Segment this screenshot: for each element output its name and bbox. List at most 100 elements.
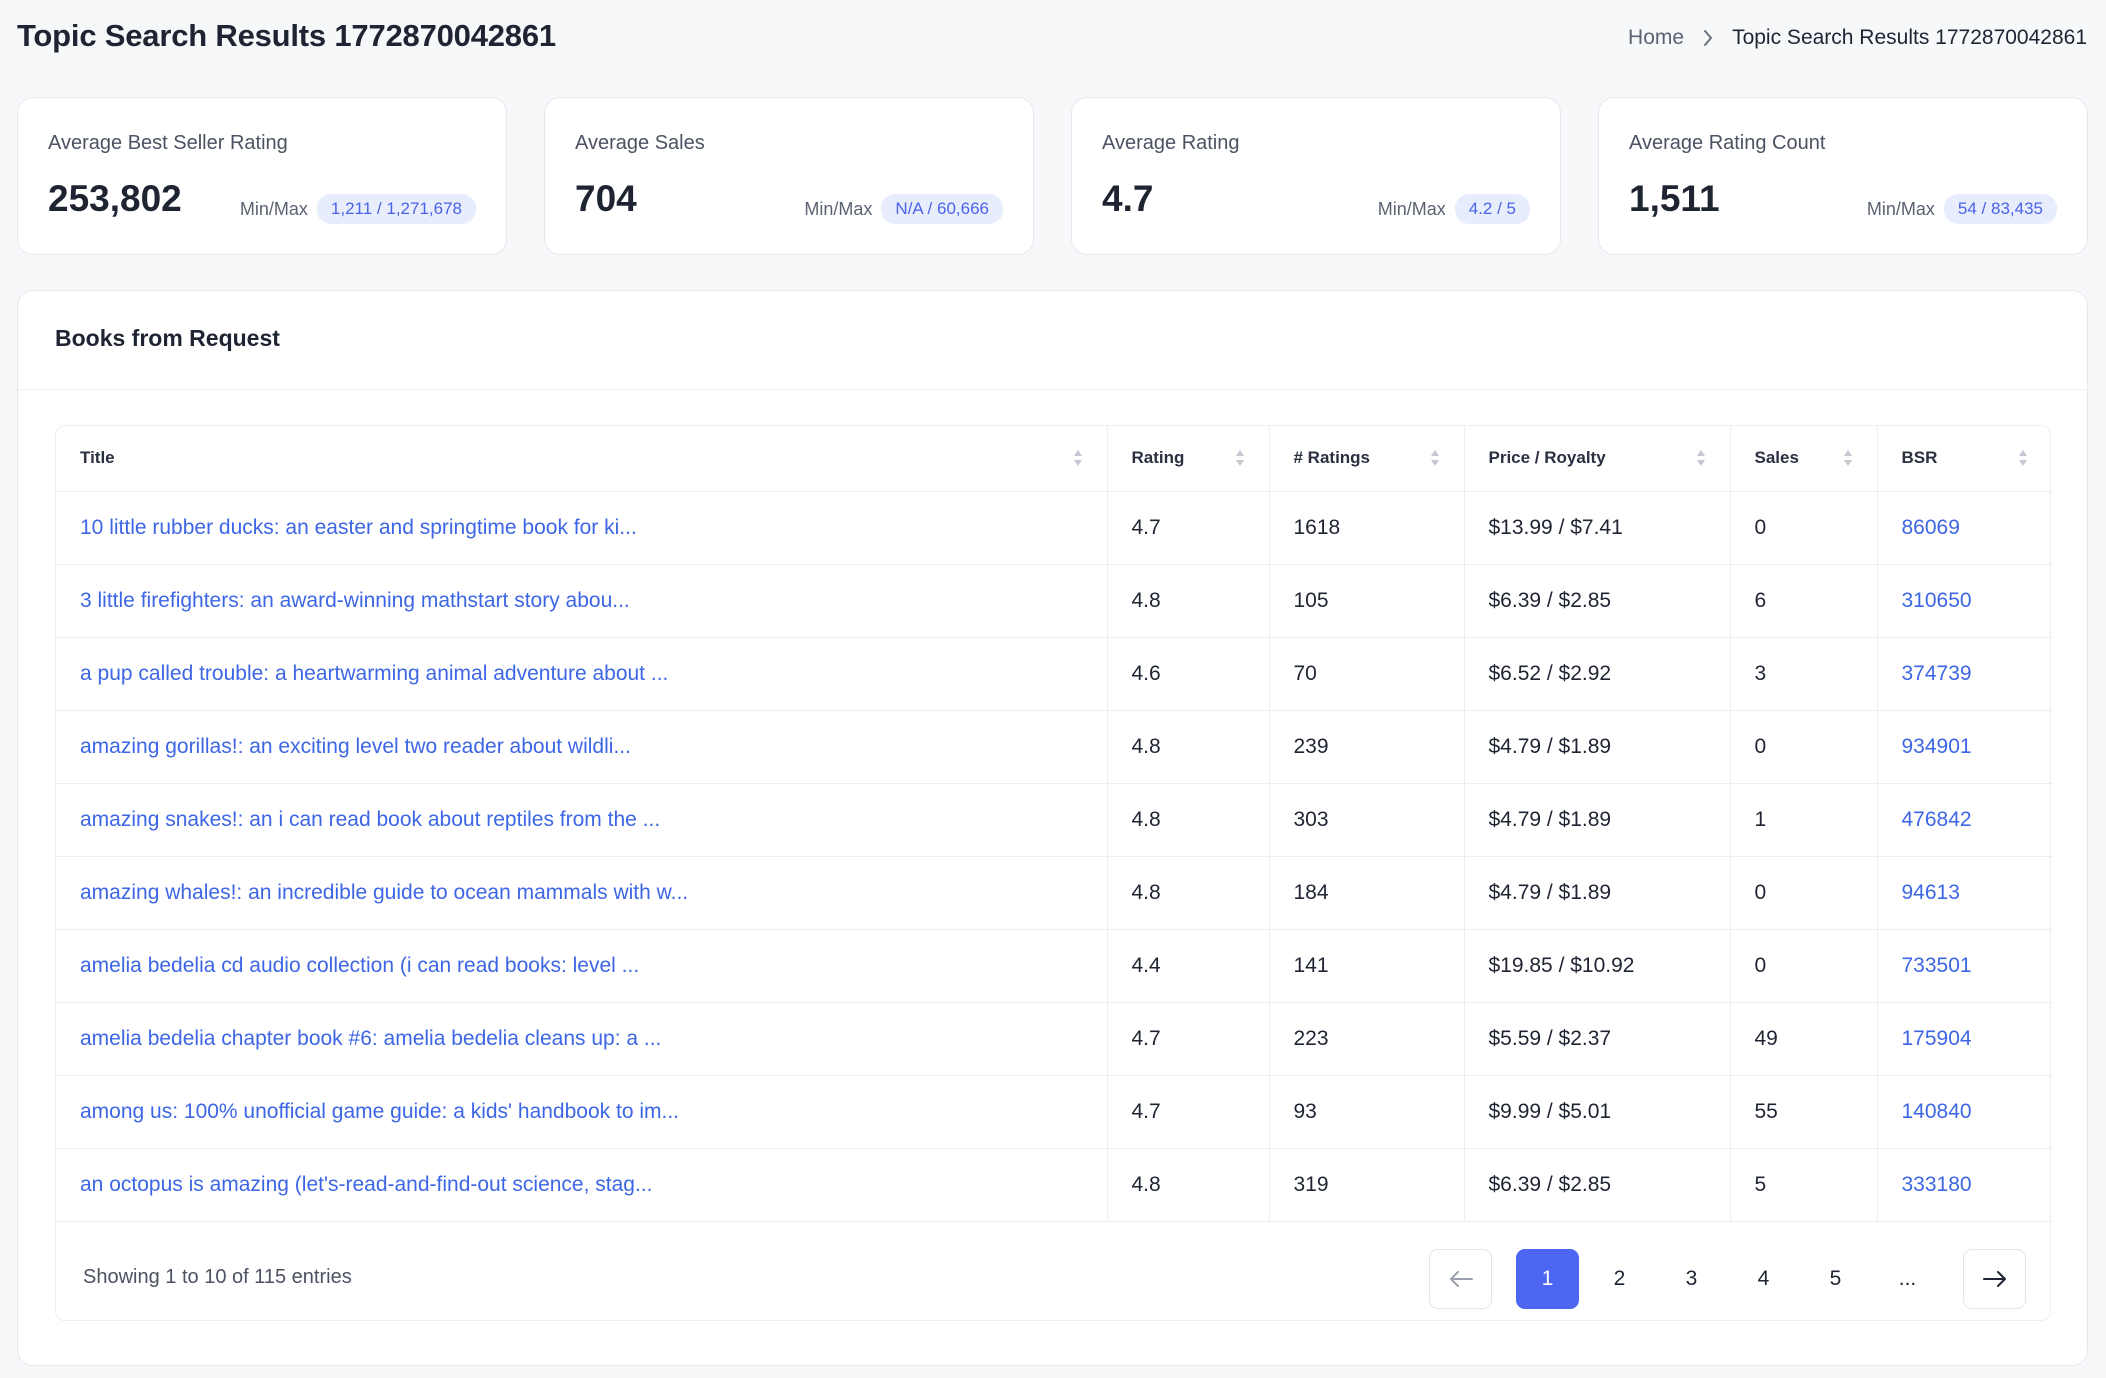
sales-cell: 6	[1729, 564, 1877, 638]
price-royalty-cell: $6.39 / $2.85	[1463, 1148, 1730, 1222]
stat-value: 704	[575, 178, 637, 219]
page: Topic Search Results 1772870042861 Home …	[0, 0, 2106, 1378]
page-button-4[interactable]: 4	[1732, 1249, 1795, 1309]
bsr-link[interactable]: 333180	[1902, 1173, 1972, 1196]
breadcrumb: Home Topic Search Results 1772870042861	[1628, 26, 2087, 50]
table-row: amazing whales!: an incredible guide to …	[56, 856, 2052, 930]
books-table: Title Rating # Ratings Price / Royalty S…	[56, 426, 2052, 1222]
price-royalty-cell: $4.79 / $1.89	[1463, 783, 1730, 857]
column-header-title[interactable]: Title	[56, 426, 1107, 492]
rating-cell: 4.7	[1106, 1002, 1269, 1076]
num-ratings-cell: 141	[1268, 929, 1464, 1003]
table-row: 10 little rubber ducks: an easter and sp…	[56, 491, 2052, 565]
bsr-link[interactable]: 934901	[1902, 735, 1972, 758]
book-title-link[interactable]: amelia bedelia cd audio collection (i ca…	[80, 954, 639, 977]
column-header-label: Title	[80, 448, 115, 468]
column-header-num-ratings[interactable]: # Ratings	[1268, 426, 1464, 492]
stat-label: Average Rating	[1102, 132, 1240, 154]
book-title-link[interactable]: a pup called trouble: a heartwarming ani…	[80, 662, 668, 685]
price-royalty-cell: $5.59 / $2.37	[1463, 1002, 1730, 1076]
column-header-sales[interactable]: Sales	[1729, 426, 1877, 492]
divider	[18, 389, 2087, 390]
previous-page-button[interactable]	[1429, 1249, 1492, 1309]
next-page-button[interactable]	[1963, 1249, 2026, 1309]
minmax-badge: 4.2 / 5	[1454, 194, 1530, 224]
book-title-link[interactable]: amazing whales!: an incredible guide to …	[80, 881, 688, 904]
book-title-cell: 3 little firefighters: an award-winning …	[56, 564, 1107, 638]
price-royalty-cell: $13.99 / $7.41	[1463, 491, 1730, 565]
price-royalty-cell: $4.79 / $1.89	[1463, 710, 1730, 784]
bsr-cell: 86069	[1876, 491, 2052, 565]
pagination: 1 2 3 4 5 ...	[1429, 1249, 2026, 1309]
bsr-link[interactable]: 86069	[1902, 516, 1960, 539]
rating-cell: 4.8	[1106, 564, 1269, 638]
price-royalty-cell: $6.52 / $2.92	[1463, 637, 1730, 711]
table-row: a pup called trouble: a heartwarming ani…	[56, 637, 2052, 711]
sales-cell: 0	[1729, 929, 1877, 1003]
price-royalty-cell: $9.99 / $5.01	[1463, 1075, 1730, 1149]
book-title-link[interactable]: 3 little firefighters: an award-winning …	[80, 589, 630, 612]
stat-minmax: Min/Max 54 / 83,435	[1867, 194, 2057, 224]
stat-label: Average Sales	[575, 132, 705, 154]
minmax-label: Min/Max	[1377, 198, 1446, 219]
table-row: amelia bedelia cd audio collection (i ca…	[56, 929, 2052, 1003]
book-title-cell: a pup called trouble: a heartwarming ani…	[56, 637, 1107, 711]
stat-card-rating: Average Rating 4.7 Min/Max 4.2 / 5	[1071, 97, 1561, 255]
column-header-rating[interactable]: Rating	[1106, 426, 1269, 492]
book-title-link[interactable]: among us: 100% unofficial game guide: a …	[80, 1100, 679, 1123]
sort-icon	[1235, 450, 1244, 467]
bsr-link[interactable]: 733501	[1902, 954, 1972, 977]
bsr-link[interactable]: 374739	[1902, 662, 1972, 685]
stat-value: 1,511	[1629, 178, 1720, 219]
book-title-link[interactable]: amazing gorillas!: an exciting level two…	[80, 735, 631, 758]
minmax-label: Min/Max	[804, 198, 873, 219]
rating-cell: 4.6	[1106, 637, 1269, 711]
bsr-cell: 934901	[1876, 710, 2052, 784]
bsr-link[interactable]: 310650	[1902, 589, 1972, 612]
page-button-2[interactable]: 2	[1588, 1249, 1651, 1309]
num-ratings-cell: 105	[1268, 564, 1464, 638]
bsr-link[interactable]: 140840	[1902, 1100, 1972, 1123]
column-header-bsr[interactable]: BSR	[1876, 426, 2052, 492]
bsr-cell: 476842	[1876, 783, 2052, 857]
bsr-cell: 140840	[1876, 1075, 2052, 1149]
sales-cell: 49	[1729, 1002, 1877, 1076]
num-ratings-cell: 319	[1268, 1148, 1464, 1222]
book-title-link[interactable]: 10 little rubber ducks: an easter and sp…	[80, 516, 637, 539]
num-ratings-cell: 303	[1268, 783, 1464, 857]
page-title: Topic Search Results 1772870042861	[17, 18, 556, 53]
num-ratings-cell: 1618	[1268, 491, 1464, 565]
column-header-label: Sales	[1754, 448, 1799, 468]
sort-icon	[1696, 450, 1705, 467]
sales-cell: 0	[1729, 710, 1877, 784]
bsr-link[interactable]: 175904	[1902, 1027, 1972, 1050]
num-ratings-cell: 70	[1268, 637, 1464, 711]
table-row: amelia bedelia chapter book #6: amelia b…	[56, 1002, 2052, 1076]
sort-icon	[2019, 450, 2027, 467]
book-title-link[interactable]: amelia bedelia chapter book #6: amelia b…	[80, 1027, 661, 1050]
minmax-label: Min/Max	[1866, 198, 1935, 219]
book-title-link[interactable]: an octopus is amazing (let's-read-and-fi…	[80, 1173, 652, 1196]
rating-cell: 4.8	[1106, 856, 1269, 930]
book-title-cell: an octopus is amazing (let's-read-and-fi…	[56, 1148, 1107, 1222]
breadcrumb-home-link[interactable]: Home	[1628, 26, 1684, 50]
book-title-cell: amazing whales!: an incredible guide to …	[56, 856, 1107, 930]
page-button-1[interactable]: 1	[1516, 1249, 1579, 1309]
rating-cell: 4.8	[1106, 783, 1269, 857]
page-button-5[interactable]: 5	[1804, 1249, 1867, 1309]
bsr-link[interactable]: 476842	[1902, 808, 1972, 831]
book-title-cell: amelia bedelia chapter book #6: amelia b…	[56, 1002, 1107, 1076]
sort-icon	[1843, 450, 1852, 467]
page-button-3[interactable]: 3	[1660, 1249, 1723, 1309]
book-title-cell: among us: 100% unofficial game guide: a …	[56, 1075, 1107, 1149]
bsr-link[interactable]: 94613	[1902, 881, 1960, 904]
num-ratings-cell: 223	[1268, 1002, 1464, 1076]
arrow-right-icon	[1982, 1271, 2006, 1287]
sales-cell: 5	[1729, 1148, 1877, 1222]
column-header-price-royalty[interactable]: Price / Royalty	[1463, 426, 1730, 492]
column-header-label: # Ratings	[1293, 448, 1371, 468]
column-header-label: BSR	[1901, 448, 1938, 468]
sales-cell: 1	[1729, 783, 1877, 857]
book-title-link[interactable]: amazing snakes!: an i can read book abou…	[80, 808, 660, 831]
books-table-card: Books from Request Title Rating # Rating…	[17, 290, 2088, 1366]
